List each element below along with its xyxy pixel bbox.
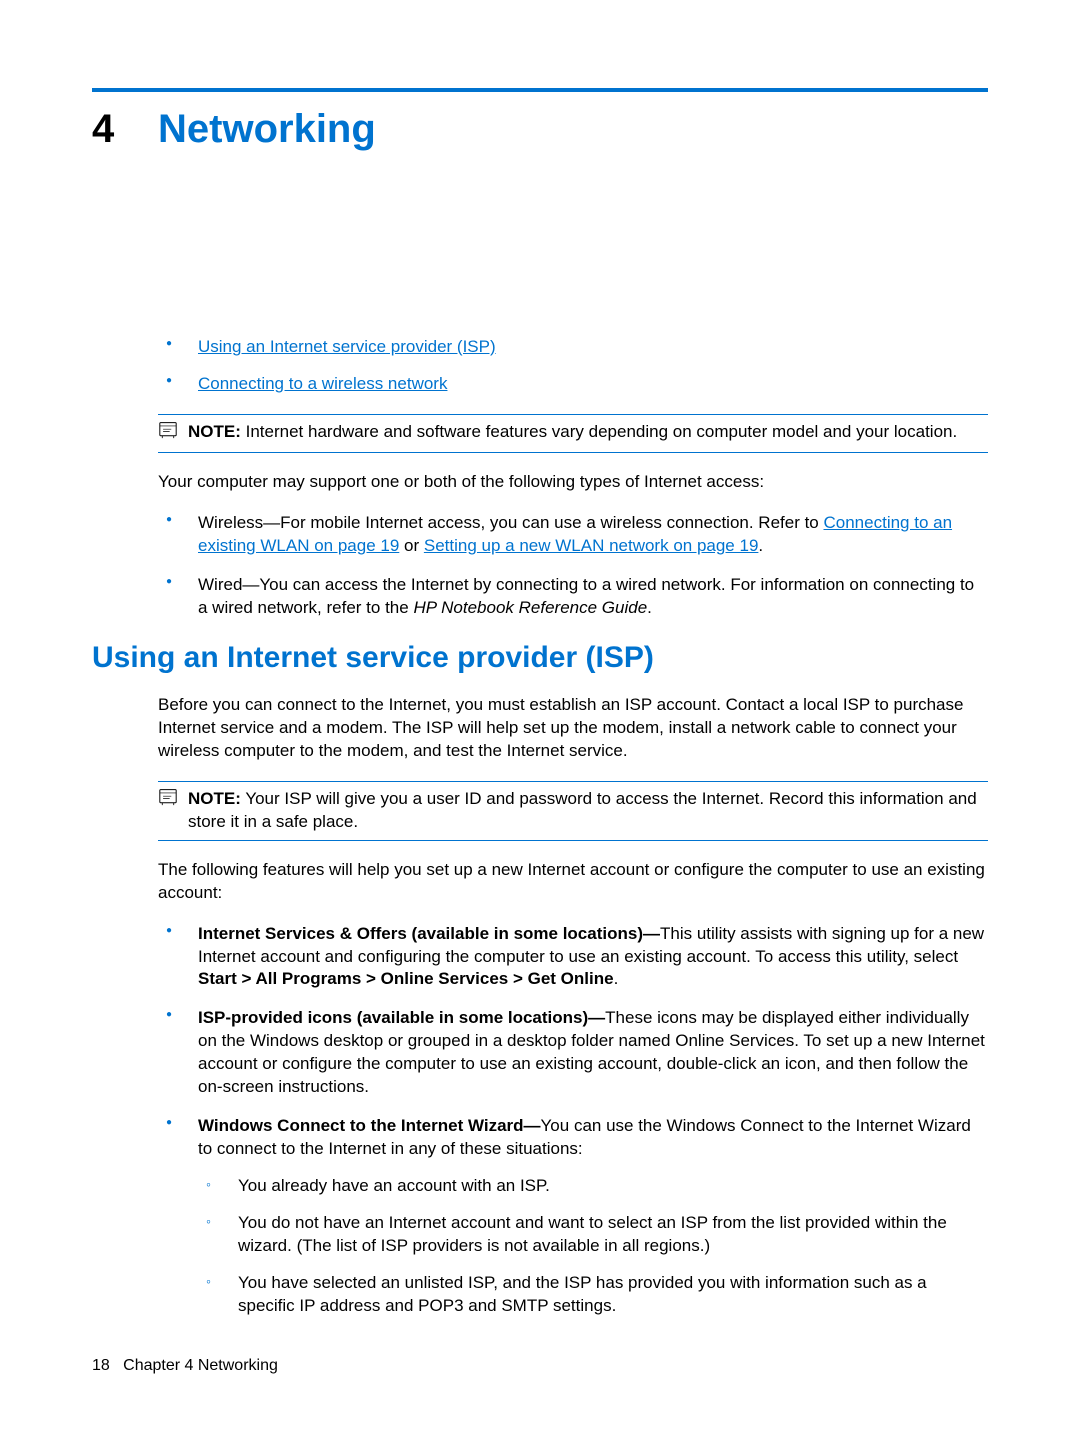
link-new-wlan[interactable]: Setting up a new WLAN network on page 19 (424, 536, 759, 555)
list-item-isp-icons: ISP-provided icons (available in some lo… (158, 1007, 988, 1099)
wireless-middle: or (399, 536, 424, 555)
item1-bold2: Start > All Programs > Online Services >… (198, 969, 614, 988)
item1-suffix: . (614, 969, 619, 988)
list-item-wired: Wired—You can access the Internet by con… (158, 574, 988, 620)
list-item-windows-wizard: Windows Connect to the Internet Wizard— Y… (158, 1115, 988, 1318)
chapter-rule (92, 88, 988, 92)
item2-bold: ISP-provided icons (available in some lo… (198, 1008, 605, 1027)
toc-link-wireless[interactable]: Connecting to a wireless network (198, 374, 447, 393)
wired-suffix: . (647, 598, 652, 617)
content-body: Using an Internet service provider (ISP)… (158, 336, 988, 620)
toc-item: Connecting to a wireless network (158, 373, 988, 396)
note-text: Internet hardware and software features … (246, 422, 958, 441)
access-types-list: Wireless—For mobile Internet access, you… (158, 512, 988, 620)
section-heading-isp: Using an Internet service provider (ISP) (92, 638, 988, 679)
chapter-number: 4 (92, 102, 158, 156)
note-icon (158, 788, 188, 834)
features-para: The following features will help you set… (158, 859, 988, 905)
footer-chapter: Chapter 4 Networking (123, 1357, 278, 1374)
features-list: Internet Services & Offers (available in… (158, 923, 988, 1318)
chapter-title: Networking (158, 102, 376, 156)
page-number: 18 (92, 1357, 110, 1374)
section-para1: Before you can connect to the Internet, … (158, 694, 988, 763)
wizard-situations-list: You already have an account with an ISP.… (198, 1175, 988, 1318)
note-box: NOTE: Your ISP will give you a user ID a… (158, 781, 988, 841)
sub-item-have-account: You already have an account with an ISP. (198, 1175, 988, 1198)
sub-item-unlisted-isp: You have selected an unlisted ISP, and t… (198, 1272, 988, 1318)
item1-bold: Internet Services & Offers (available in… (198, 924, 660, 943)
note-text-container: NOTE: Your ISP will give you a user ID a… (188, 788, 988, 834)
intro-para: Your computer may support one or both of… (158, 471, 988, 494)
toc-item: Using an Internet service provider (ISP) (158, 336, 988, 359)
item3-bold: Windows Connect to the Internet Wizard— (198, 1116, 541, 1135)
note-text-container: NOTE: Internet hardware and software fea… (188, 421, 988, 446)
wireless-prefix: Wireless—For mobile Internet access, you… (198, 513, 824, 532)
note-label: NOTE: (188, 422, 241, 441)
list-item-internet-services: Internet Services & Offers (available in… (158, 923, 988, 992)
note-icon (158, 421, 188, 446)
note-box: NOTE: Internet hardware and software fea… (158, 414, 988, 453)
chapter-header: 4 Networking (92, 102, 988, 156)
wireless-suffix: . (758, 536, 763, 555)
section-body: Before you can connect to the Internet, … (158, 694, 988, 1318)
note-label: NOTE: (188, 789, 241, 808)
note-text: Your ISP will give you a user ID and pas… (188, 789, 977, 831)
toc-list: Using an Internet service provider (ISP)… (158, 336, 988, 396)
toc-link-isp[interactable]: Using an Internet service provider (ISP) (198, 337, 496, 356)
wired-italic: HP Notebook Reference Guide (413, 598, 647, 617)
sub-item-no-account: You do not have an Internet account and … (198, 1212, 988, 1258)
list-item-wireless: Wireless—For mobile Internet access, you… (158, 512, 988, 558)
page-footer: 18 Chapter 4 Networking (92, 1355, 278, 1377)
